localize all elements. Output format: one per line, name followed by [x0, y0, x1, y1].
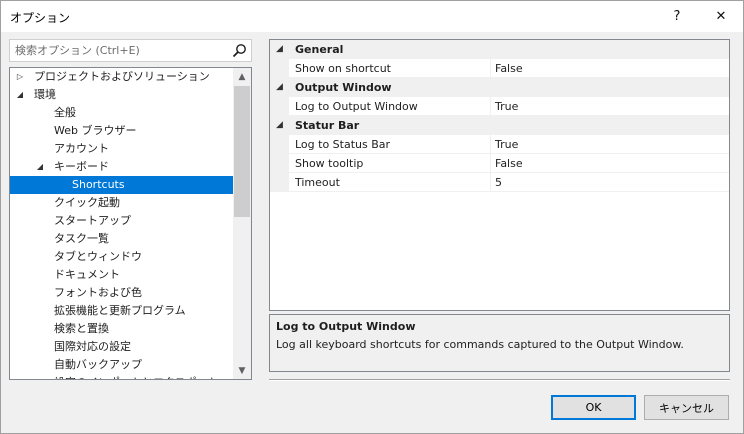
tree-item-label: クイック起動 — [54, 196, 120, 209]
category-label: Output Window — [295, 81, 392, 94]
column-separator — [490, 97, 491, 116]
search-input[interactable] — [10, 40, 225, 61]
options-tree: ▷ プロジェクトおよびソリューション ◢ 環境全般 Web ブラウザー アカウント ◢ キーボ… — [9, 67, 252, 380]
expand-arrow-icon[interactable]: ▷ — [14, 68, 26, 86]
tree-item[interactable]: タブとウィンドウ — [10, 248, 233, 266]
tree-item-label: 自動バックアップ — [54, 358, 142, 371]
property-category[interactable]: ◢ General — [270, 40, 729, 59]
tree-item-label: 検索と置換 — [54, 322, 109, 335]
tree-scrollbar[interactable]: ▲ ▼ — [233, 68, 251, 379]
tree-item[interactable]: Shortcuts — [10, 176, 233, 194]
property-name: Show tooltip — [295, 157, 364, 170]
tree-item[interactable]: スタートアップ — [10, 212, 233, 230]
property-name: Timeout — [295, 176, 340, 189]
help-button[interactable]: ? — [655, 1, 699, 32]
scroll-up-arrow-icon[interactable]: ▲ — [233, 68, 251, 85]
collapse-arrow-icon[interactable]: ◢ — [14, 86, 26, 104]
column-separator — [490, 154, 491, 173]
tree-item[interactable]: 自動バックアップ — [10, 356, 233, 374]
tree-item-label: Shortcuts — [72, 178, 125, 191]
tree-item-label: タスク一覧 — [54, 232, 109, 245]
tree-item[interactable]: ドキュメント — [10, 266, 233, 284]
property-row[interactable]: Timeout 5 — [270, 173, 729, 192]
column-separator — [490, 135, 491, 154]
tree-item[interactable]: ◢ 環境 — [10, 86, 233, 104]
property-row[interactable]: Show on shortcut False — [270, 59, 729, 78]
property-row[interactable]: Log to Status Bar True — [270, 135, 729, 154]
property-value[interactable]: False — [495, 154, 523, 173]
collapse-arrow-icon[interactable]: ◢ — [276, 78, 286, 97]
description-title: Log to Output Window — [276, 320, 416, 333]
tree-item-label: 設定のインポートとエクスポート — [54, 374, 219, 379]
close-button[interactable]: ✕ — [699, 1, 743, 32]
tree-item[interactable]: ▷ プロジェクトおよびソリューション — [10, 68, 233, 86]
row-gutter — [270, 97, 289, 116]
scroll-thumb[interactable] — [234, 86, 250, 217]
tree-item-label: スタートアップ — [54, 214, 131, 227]
category-label: Statur Bar — [295, 119, 360, 132]
property-grid: ◢ General Show on shortcut False ◢ Output Win… — [269, 39, 730, 311]
category-label: General — [295, 43, 344, 56]
tree-item-label: タブとウィンドウ — [54, 250, 142, 263]
property-category[interactable]: ◢ Output Window — [270, 78, 729, 97]
property-category[interactable]: ◢ Statur Bar — [270, 116, 729, 135]
description-panel: Log to Output Window Log all keyboard sh… — [269, 314, 730, 372]
property-name: Log to Status Bar — [295, 138, 391, 151]
tree-item-label: 拡張機能と更新プログラム — [54, 304, 186, 317]
options-dialog: オプション ? ✕ ▷ プロジェクトおよびソリューション ◢ 環境全般 Web ブラウザ… — [0, 0, 744, 434]
property-name: Show on shortcut — [295, 62, 391, 75]
tree-item-label: プロジェクトおよびソリューション — [34, 70, 210, 83]
divider — [269, 379, 730, 381]
dialog-title: オプション — [10, 11, 71, 25]
tree-item-label: アカウント — [54, 142, 109, 155]
property-row[interactable]: Log to Output Window True — [270, 97, 729, 116]
row-gutter — [270, 59, 289, 78]
cancel-button[interactable]: キャンセル — [644, 395, 729, 420]
tree-item[interactable]: クイック起動 — [10, 194, 233, 212]
row-gutter — [270, 154, 289, 173]
tree-item[interactable]: ◢ キーボード — [10, 158, 233, 176]
search-box — [9, 39, 252, 62]
scroll-down-arrow-icon[interactable]: ▼ — [233, 362, 251, 379]
tree-item-label: 国際対応の設定 — [54, 340, 131, 353]
title-bar: オプション ? ✕ — [1, 1, 743, 32]
tree-item-label: Web ブラウザー — [54, 124, 137, 137]
tree-item[interactable]: 全般 — [10, 104, 233, 122]
tree-item[interactable]: 国際対応の設定 — [10, 338, 233, 356]
property-value[interactable]: True — [495, 97, 518, 116]
tree-item-label: 全般 — [54, 106, 76, 119]
row-gutter — [270, 135, 289, 154]
property-value[interactable]: 5 — [495, 173, 502, 192]
tree-item[interactable]: Web ブラウザー — [10, 122, 233, 140]
tree-item[interactable]: タスク一覧 — [10, 230, 233, 248]
tree-item-label: キーボード — [54, 160, 109, 173]
collapse-arrow-icon[interactable]: ◢ — [276, 116, 286, 135]
tree-item[interactable]: フォントおよび色 — [10, 284, 233, 302]
tree-list: ▷ プロジェクトおよびソリューション ◢ 環境全般 Web ブラウザー アカウント ◢ キーボ… — [10, 68, 233, 379]
property-row[interactable]: Show tooltip False — [270, 154, 729, 173]
property-value[interactable]: True — [495, 135, 518, 154]
property-value[interactable]: False — [495, 59, 523, 78]
tree-item-label: 環境 — [34, 88, 56, 101]
tree-item-label: フォントおよび色 — [54, 286, 142, 299]
column-separator — [490, 59, 491, 78]
column-separator — [490, 173, 491, 192]
description-text: Log all keyboard shortcuts for commands … — [276, 338, 684, 351]
ok-button[interactable]: OK — [551, 395, 636, 420]
search-icon[interactable] — [232, 43, 247, 58]
tree-item[interactable]: アカウント — [10, 140, 233, 158]
tree-item[interactable]: 設定のインポートとエクスポート — [10, 374, 233, 379]
collapse-arrow-icon[interactable]: ◢ — [34, 158, 46, 176]
help-icon: ? — [673, 9, 681, 24]
tree-item[interactable]: 検索と置換 — [10, 320, 233, 338]
collapse-arrow-icon[interactable]: ◢ — [276, 40, 286, 59]
property-name: Log to Output Window — [295, 100, 418, 113]
row-gutter — [270, 173, 289, 192]
tree-item-label: ドキュメント — [54, 268, 120, 281]
tree-item[interactable]: 拡張機能と更新プログラム — [10, 302, 233, 320]
close-icon: ✕ — [715, 9, 727, 24]
